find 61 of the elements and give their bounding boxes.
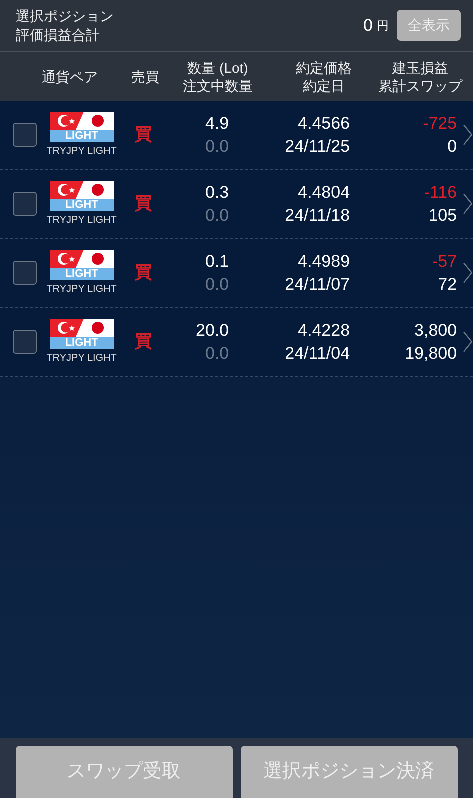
chevron-right-icon — [463, 124, 473, 146]
column-heading: 数量 (Lot) — [186, 58, 250, 76]
entry-price: 4.4989 — [298, 251, 350, 273]
quantity: 0.1 — [205, 251, 230, 273]
flag-icon — [50, 112, 114, 130]
cumulative-swap: 19,800 — [405, 343, 458, 365]
flag-label: LIGHT — [50, 130, 114, 142]
pending-quantity: 0.0 — [205, 343, 230, 365]
pending-quantity: 0.0 — [205, 205, 230, 227]
side-label: 買 — [134, 124, 152, 146]
entry-date: 24/11/18 — [285, 205, 350, 227]
column-heading: 建玉損益 — [391, 58, 450, 76]
column-heading: 注文中数量 — [182, 76, 254, 94]
entry-date: 24/11/04 — [285, 343, 350, 365]
column-heading: 累計スワップ — [378, 76, 464, 94]
flag-icon — [50, 250, 114, 268]
checkbox[interactable] — [13, 192, 37, 216]
pending-quantity: 0.0 — [205, 136, 230, 158]
chevron-right-icon — [463, 331, 473, 353]
side-label: 買 — [134, 331, 152, 354]
flag-icon — [50, 318, 114, 336]
pending-quantity: 0.0 — [205, 274, 230, 296]
pair-name: TRYJPY LIGHT — [46, 282, 117, 296]
column-heading: 約定日 — [302, 76, 346, 94]
entry-price: 4.4228 — [298, 320, 350, 342]
entry-date: 24/11/25 — [285, 136, 350, 158]
chevron-right-icon — [463, 193, 473, 215]
flag-label: LIGHT — [50, 198, 114, 210]
pair-name: TRYJPY LIGHT — [46, 214, 117, 228]
column-heading: 約定価格 — [295, 58, 353, 76]
position-pnl: -725 — [423, 113, 458, 135]
position-pnl: -57 — [432, 251, 458, 273]
flag-label: LIGHT — [50, 268, 114, 280]
quantity: 4.9 — [205, 113, 230, 135]
side-label: 買 — [134, 193, 152, 216]
column-heading: 売買 — [130, 68, 160, 86]
cumulative-swap: 0 — [448, 136, 458, 158]
checkbox[interactable] — [13, 261, 37, 285]
side-label: 買 — [134, 262, 152, 284]
summary-label: 評価損益合計 — [16, 26, 101, 44]
checkbox[interactable] — [13, 123, 37, 147]
checkbox[interactable] — [13, 330, 37, 354]
summary-label: 選択ポジション — [16, 6, 114, 26]
entry-date: 24/11/07 — [285, 274, 350, 296]
quantity: 20.0 — [196, 320, 230, 342]
quantity: 0.3 — [205, 182, 230, 204]
pair-name: TRYJPY LIGHT — [46, 144, 117, 158]
column-heading: 通貨ペア — [42, 68, 99, 86]
pair-name: TRYJPY LIGHT — [46, 352, 117, 366]
entry-price: 4.4804 — [298, 182, 350, 204]
total-amount: 0 — [364, 14, 373, 37]
flag-label: LIGHT — [50, 336, 114, 348]
currency-unit: 円 — [377, 18, 389, 34]
cumulative-swap: 105 — [428, 205, 458, 227]
entry-price: 4.4566 — [298, 113, 350, 135]
cumulative-swap: 72 — [438, 274, 458, 296]
position-pnl: -116 — [424, 182, 458, 204]
chevron-right-icon — [463, 262, 473, 284]
flag-icon — [50, 180, 114, 198]
position-row[interactable]: LIGHT TRYJPY LIGHT 買 20.0 0.0 4.4228 24/11/04 3,800 19,800 — [0, 308, 473, 377]
position-pnl: 3,800 — [414, 320, 458, 342]
